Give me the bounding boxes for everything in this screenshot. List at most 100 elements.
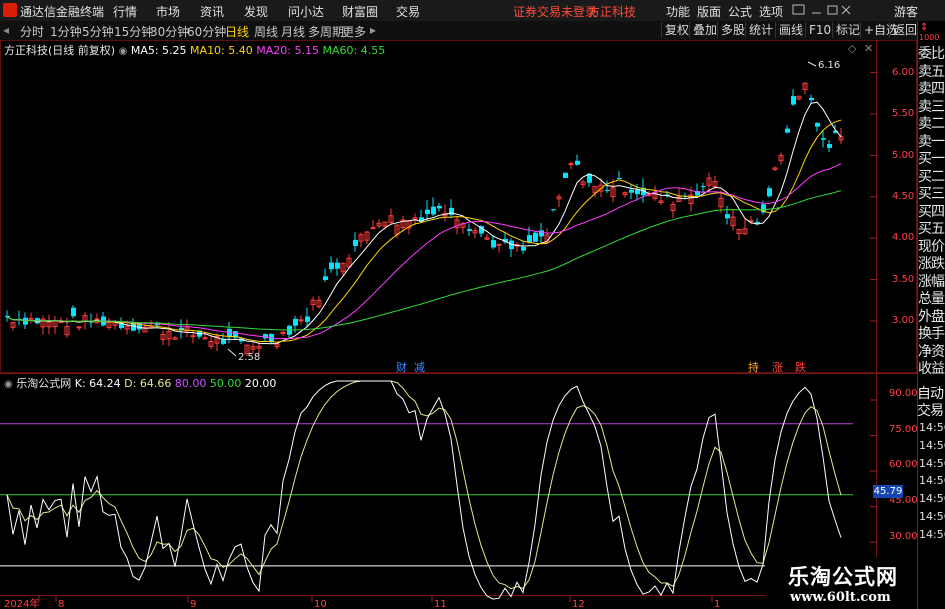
app-title: 通达信金融终端 bbox=[20, 5, 105, 19]
candle-body-down bbox=[701, 186, 706, 188]
kline-chart[interactable]: 2024年 8 9 10 11 12 1 6.16 2.58 财减 持涨跌 bbox=[0, 40, 917, 609]
candle-body-down bbox=[563, 172, 568, 178]
menu-layout[interactable]: 版面 bbox=[697, 3, 721, 20]
close-icon[interactable] bbox=[841, 5, 851, 15]
auto-label[interactable]: 自动 bbox=[917, 386, 945, 403]
button-f10[interactable]: F10 bbox=[805, 22, 834, 38]
price-tick-4.50: 4.50 bbox=[892, 191, 915, 202]
menu-formula[interactable]: 公式 bbox=[728, 3, 752, 20]
quote-label-8: 买三 bbox=[918, 186, 945, 202]
toolbar-handle-icon[interactable]: ◂ bbox=[3, 23, 9, 37]
x-axis-label: 10 bbox=[314, 599, 327, 609]
candle-body-down bbox=[437, 205, 442, 209]
menu-discover[interactable]: 发现 bbox=[244, 3, 268, 20]
quote-label-17: 净资 bbox=[918, 343, 945, 360]
guest-label[interactable]: 游客 bbox=[894, 3, 918, 20]
period-15min[interactable]: 15分钟 bbox=[114, 23, 153, 40]
period-monthly[interactable]: 月线 bbox=[281, 23, 305, 40]
candle-body-down bbox=[329, 262, 334, 270]
panel-settings-icon[interactable]: ◇ bbox=[848, 42, 856, 55]
menu-function[interactable]: 功能 bbox=[666, 3, 690, 20]
candle-body-down bbox=[425, 209, 430, 215]
button-multi-stock[interactable]: 多股 bbox=[717, 22, 748, 38]
quote-label-3: 卖三 bbox=[918, 98, 945, 115]
period-30min[interactable]: 30分钟 bbox=[150, 23, 189, 40]
more-arrow-icon[interactable]: ▸ bbox=[370, 23, 376, 37]
event-mark-4: 跌 bbox=[795, 360, 806, 374]
menu-wenxiaoda[interactable]: 问小达 bbox=[288, 3, 324, 20]
ind-tick-75: 75.00 bbox=[889, 424, 918, 435]
menu-options[interactable]: 选项 bbox=[759, 3, 783, 20]
price-legend: 方正科技(日线 前复权) ◉ MA5: 5.25 MA10: 5.40 MA20… bbox=[4, 42, 385, 58]
x-axis-label: 1 bbox=[714, 599, 720, 609]
menu-news[interactable]: 资讯 bbox=[200, 3, 224, 20]
quote-label-7: 买二 bbox=[918, 168, 945, 185]
button-overlay[interactable]: 叠加 bbox=[689, 22, 720, 38]
button-fuquan[interactable]: 复权 bbox=[661, 22, 692, 38]
d-line bbox=[6, 380, 842, 590]
menu-wealth-circle[interactable]: 财富圈 bbox=[342, 3, 378, 20]
period-daily[interactable]: 日线 bbox=[225, 23, 249, 40]
candle-body-down bbox=[533, 232, 538, 242]
quote-label-16: 换手 bbox=[918, 326, 945, 342]
candle-body-down bbox=[809, 97, 814, 101]
candle-body-down bbox=[323, 276, 328, 280]
button-stats[interactable]: 统计 bbox=[745, 22, 776, 38]
candle-body-down bbox=[263, 334, 268, 339]
x-axis-label: 9 bbox=[190, 599, 196, 609]
price-tick-4.00: 4.00 bbox=[892, 232, 915, 243]
ind-tick-30: 30.00 bbox=[889, 531, 918, 542]
menu-market[interactable]: 市场 bbox=[156, 3, 180, 20]
candlesticks[interactable] bbox=[5, 82, 844, 357]
menu-trade[interactable]: 交易 bbox=[396, 3, 420, 20]
candle-body-down bbox=[293, 318, 298, 326]
candle-body-down bbox=[635, 189, 640, 195]
menu-market-quote[interactable]: 行情 bbox=[113, 3, 137, 20]
period-multi[interactable]: 多周期 bbox=[308, 23, 344, 40]
watermark-url: www.60lt.com bbox=[790, 590, 891, 605]
level-50: 50.00 bbox=[209, 377, 242, 390]
button-mark[interactable]: 标记 bbox=[832, 22, 863, 38]
ma60-label: MA60: 4.55 bbox=[322, 44, 386, 57]
x-axis: 2024年 8 9 10 11 12 1 bbox=[4, 596, 720, 609]
tick-time-5: 14:56 bbox=[919, 510, 945, 523]
price-tick-5.00: 5.00 bbox=[892, 150, 915, 161]
period-60min[interactable]: 60分钟 bbox=[187, 23, 226, 40]
legend-toggle-icon[interactable]: ◉ bbox=[119, 46, 128, 57]
candle-body-down bbox=[791, 96, 796, 105]
trade-label[interactable]: 交易 bbox=[917, 403, 945, 420]
quote-label-18: 收益 bbox=[918, 361, 945, 377]
button-back[interactable]: 返回 bbox=[889, 22, 920, 38]
candle-body-up bbox=[496, 243, 502, 246]
level-20: 20.00 bbox=[244, 377, 277, 390]
period-more[interactable]: 更多 bbox=[342, 23, 366, 40]
period-fenshi[interactable]: 分时 bbox=[20, 23, 44, 40]
candle-body-down bbox=[767, 188, 772, 197]
login-warning[interactable]: 证券交易未登录 bbox=[513, 3, 597, 20]
top-menu-bar: 通达信金融终端 行情 市场 资讯 发现 问小达 财富圈 交易 证券交易未登录 方… bbox=[0, 0, 945, 22]
tick-time-6: 14:56 bbox=[919, 527, 945, 541]
maximize-icon[interactable] bbox=[827, 5, 838, 15]
candle-body-down bbox=[335, 262, 340, 269]
level-80: 80.00 bbox=[174, 377, 207, 390]
candle-body-down bbox=[827, 144, 832, 148]
button-draw-line[interactable]: 画线 bbox=[775, 22, 806, 38]
quote-label-0: 委比 bbox=[918, 46, 945, 62]
panel-close-icon[interactable]: ✕ bbox=[864, 42, 873, 55]
watermark-box: 乐淘公式网 www.60lt.com bbox=[766, 557, 917, 609]
ma10-line bbox=[6, 119, 842, 343]
candle-body-down bbox=[353, 239, 358, 246]
quote-label-11: 现价 bbox=[918, 238, 945, 255]
candle-body-down bbox=[305, 316, 310, 322]
candle-body-down bbox=[467, 229, 472, 231]
period-1min[interactable]: 1分钟 bbox=[50, 23, 82, 40]
chart-markers: 6.16 2.58 财减 持涨跌 bbox=[227, 60, 840, 374]
skin-icon[interactable] bbox=[792, 4, 805, 15]
high-price-pointer bbox=[807, 61, 817, 67]
quote-label-1: 卖五 bbox=[918, 63, 945, 80]
period-5min[interactable]: 5分钟 bbox=[82, 23, 114, 40]
period-weekly[interactable]: 周线 bbox=[254, 23, 278, 40]
watermark-title: 乐淘公式网 bbox=[788, 565, 898, 589]
window-controls[interactable] bbox=[792, 4, 852, 17]
indicator-toggle-icon[interactable]: ◉ bbox=[4, 379, 13, 390]
